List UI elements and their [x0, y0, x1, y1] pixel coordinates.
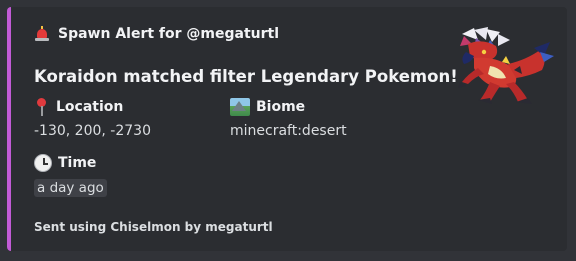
field-location-name: Location: [56, 99, 124, 115]
embed-card: Spawn Alert for @megaturtl Koraidon matc…: [7, 7, 567, 251]
field-biome: Biome minecraft:desert: [230, 97, 347, 139]
embed-author-name: Spawn Alert for @megaturtl: [58, 26, 280, 42]
embed-author: Spawn Alert for @megaturtl: [34, 26, 279, 42]
field-time-value[interactable]: a day ago: [34, 179, 107, 197]
embed-footer: Sent using Chiselmon by megaturtl: [34, 220, 273, 234]
koraidon-sprite: [458, 27, 554, 104]
embed-accent-bar: [7, 7, 11, 251]
siren-icon: [34, 26, 50, 42]
field-location: Location -130, 200, -2730: [34, 97, 151, 139]
field-biome-name: Biome: [256, 99, 306, 115]
field-time-name: Time: [58, 155, 97, 171]
round-pushpin-icon: [34, 98, 50, 116]
biome-landscape-icon: [230, 98, 250, 116]
clock-icon: [34, 154, 52, 172]
embed-title: Koraidon matched filter Legendary Pokemo…: [34, 67, 458, 86]
embed-thumbnail[interactable]: [444, 26, 556, 106]
field-location-value: -130, 200, -2730: [34, 123, 151, 139]
field-time: Time a day ago: [34, 153, 107, 197]
field-biome-value: minecraft:desert: [230, 123, 347, 139]
